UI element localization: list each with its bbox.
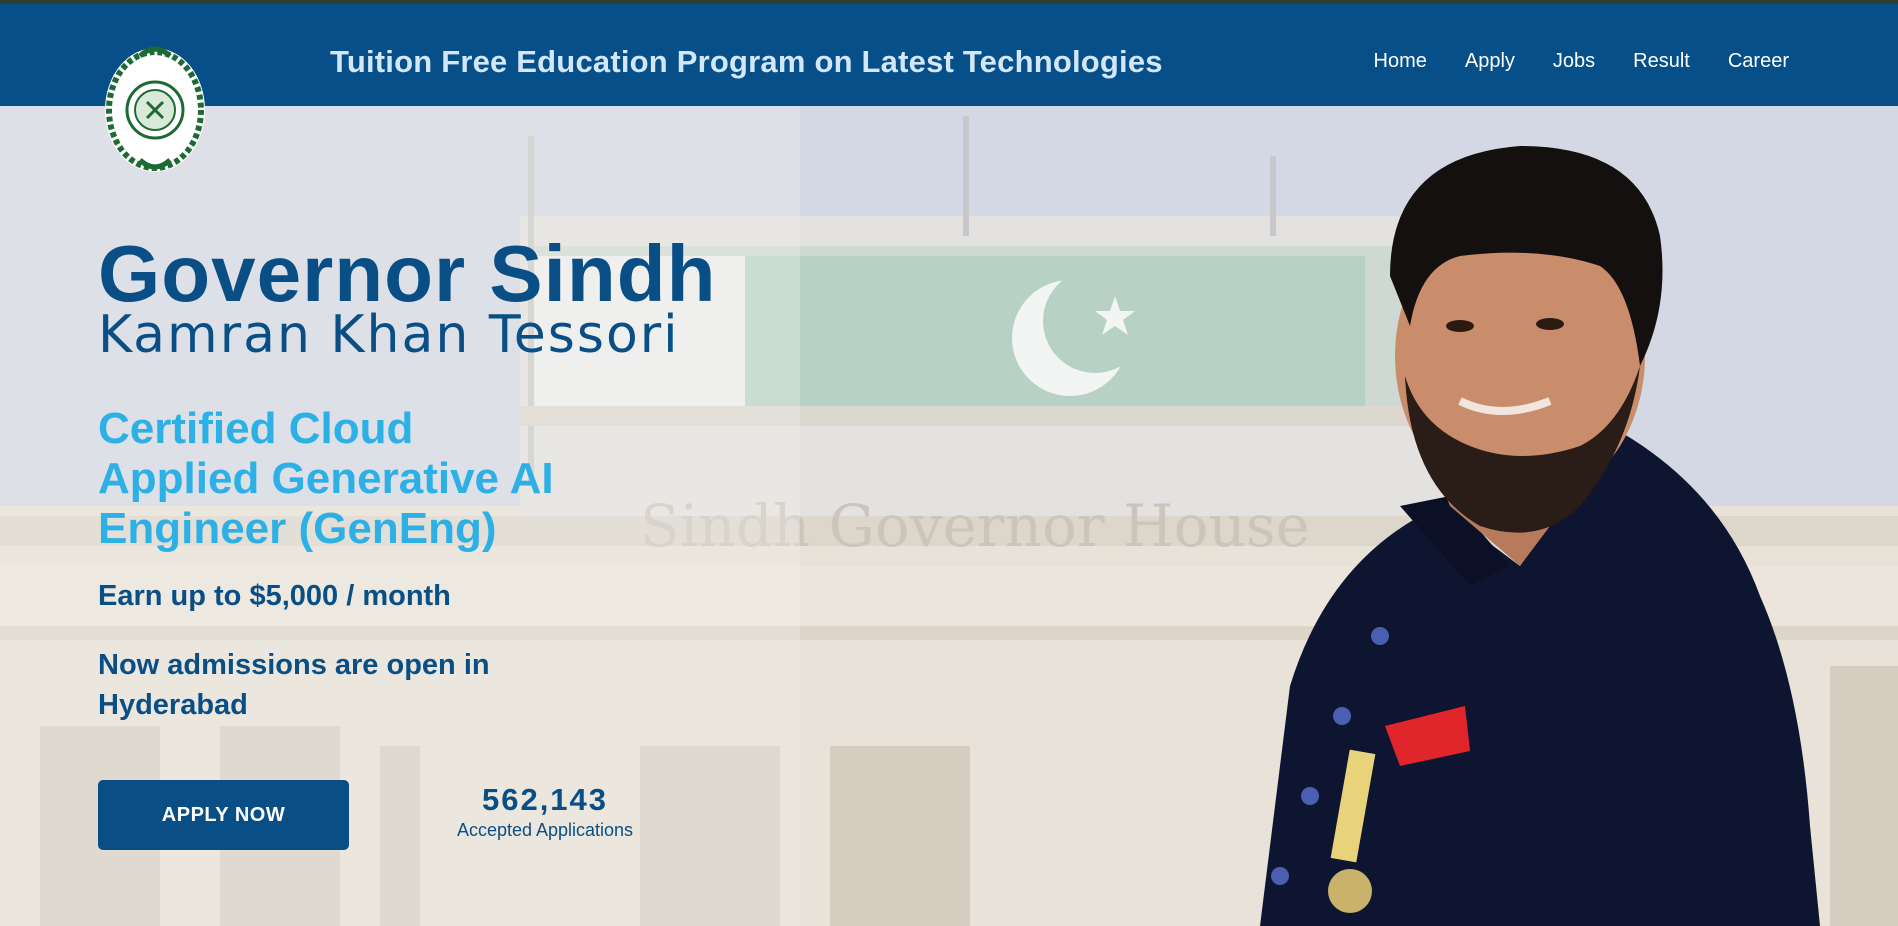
top-navbar: Tuition Free Education Program on Latest… — [0, 4, 1898, 106]
program-title: Certified Cloud Applied Generative AI En… — [98, 404, 554, 554]
program-line-2: Applied Generative AI — [98, 454, 554, 503]
governor-seal-icon[interactable] — [102, 38, 208, 176]
admissions-text: Now admissions are open in Hyderabad — [98, 649, 490, 721]
hero-name: Kamran Khan Tessori — [98, 305, 680, 365]
nav-jobs[interactable]: Jobs — [1553, 50, 1595, 73]
nav-home[interactable]: Home — [1374, 50, 1427, 73]
site-title: Tuition Free Education Program on Latest… — [330, 44, 1163, 79]
main-nav: Home Apply Jobs Result Career — [1336, 50, 1789, 73]
counter-label: Accepted Applications — [456, 820, 634, 840]
nav-career[interactable]: Career — [1728, 50, 1789, 73]
program-line-3: Engineer (GenEng) — [98, 504, 497, 553]
nav-apply[interactable]: Apply — [1465, 50, 1515, 73]
applications-counter: 562,143 Accepted Applications — [440, 782, 650, 841]
program-line-1: Certified Cloud — [98, 404, 414, 453]
counter-value: 562,143 — [481, 782, 609, 817]
earning-text: Earn up to $5,000 / month — [98, 580, 451, 612]
apply-now-button[interactable]: APPLY NOW — [98, 780, 349, 850]
nav-result[interactable]: Result — [1633, 50, 1690, 73]
governor-portrait — [1260, 146, 1820, 926]
